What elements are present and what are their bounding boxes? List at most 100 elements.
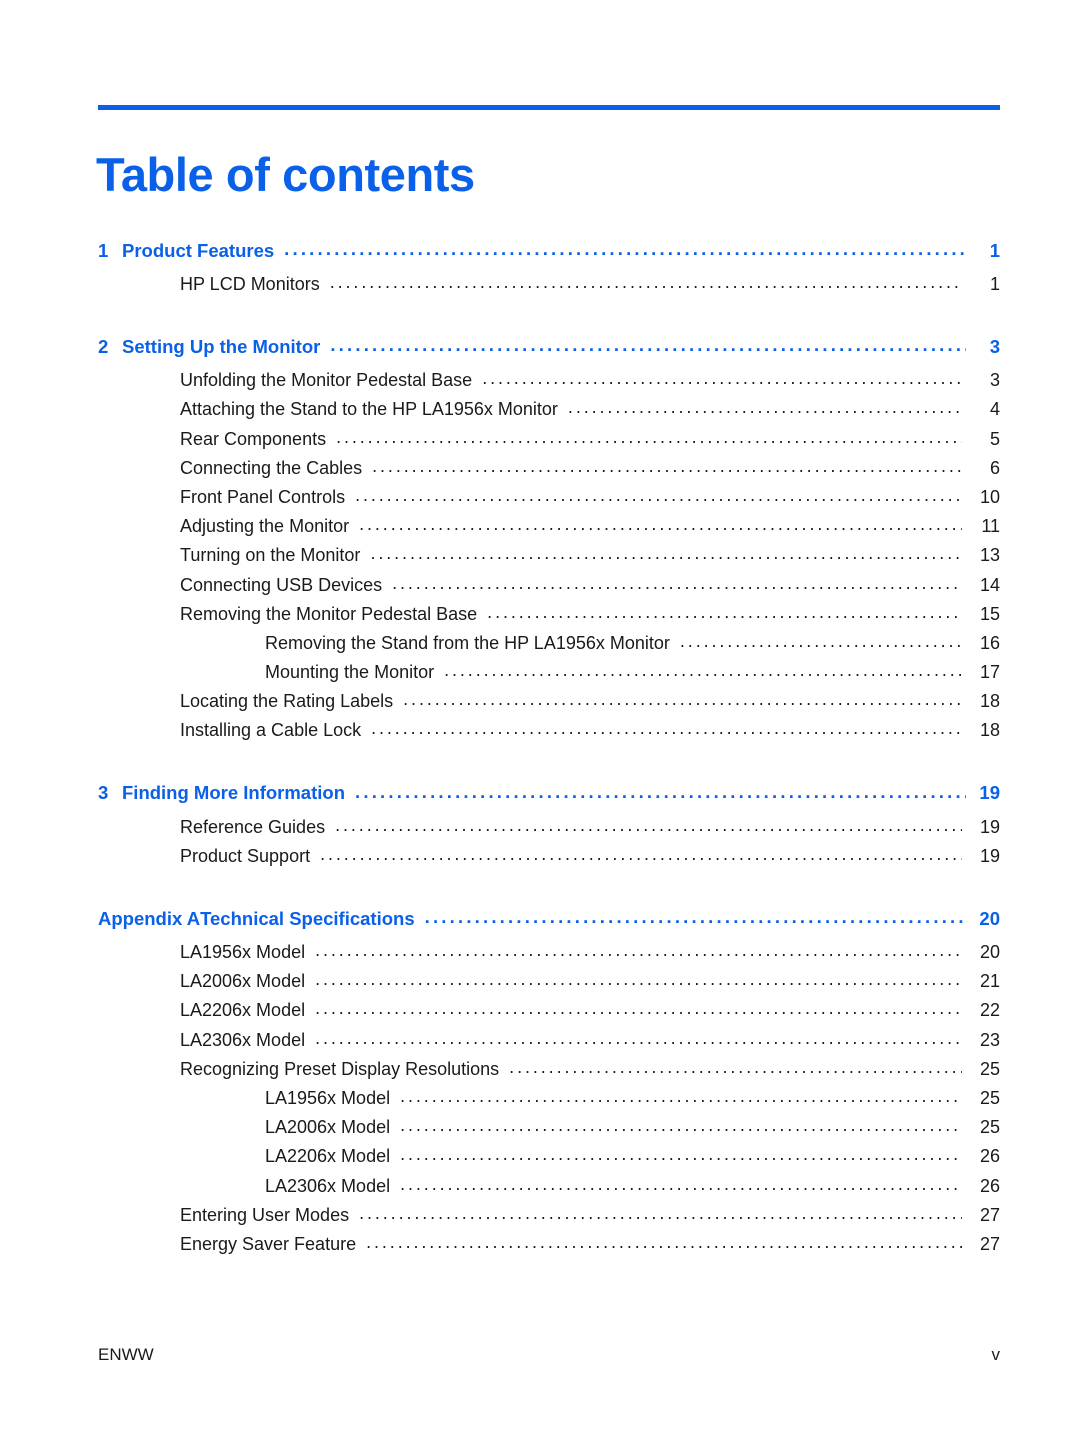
- toc-entry-label: LA2206x Model: [265, 1146, 391, 1167]
- toc-page-number: 19: [979, 816, 1000, 837]
- toc-dot-leader: [487, 602, 962, 620]
- toc-section-entry[interactable]: Adjusting the Monitor 11: [98, 514, 1000, 543]
- toc-chapter-number: 1: [98, 239, 109, 261]
- toc-entry-label: Front Panel Controls: [180, 486, 346, 507]
- toc-section-entry[interactable]: Energy Saver Feature 27: [98, 1232, 1000, 1261]
- toc-dot-leader: [403, 689, 962, 707]
- toc-page-number: 18: [979, 720, 1000, 741]
- toc-chapter-entry[interactable]: Appendix ATechnical Specifications 20: [98, 906, 1000, 940]
- toc-dot-leader: [359, 1203, 962, 1221]
- toc-chapter-entry[interactable]: 2 Setting Up the Monitor 3: [98, 334, 1000, 368]
- toc-section-entry[interactable]: LA2206x Model 22: [98, 998, 1000, 1027]
- toc-section-entry[interactable]: Connecting the Cables 6: [98, 456, 1000, 485]
- toc-section-entry[interactable]: Reference Guides 19: [98, 815, 1000, 844]
- toc-page-number: 5: [989, 428, 1000, 449]
- toc-entry-label: LA1956x Model: [180, 942, 306, 962]
- toc-dot-leader: [366, 1232, 962, 1250]
- toc-dot-leader: [568, 397, 962, 415]
- toc-section-entry[interactable]: Installing a Cable Lock 18: [98, 718, 1000, 747]
- toc-subsection-entry[interactable]: Mounting the Monitor 17: [98, 660, 1000, 689]
- toc-chapter-entry[interactable]: 3 Finding More Information 19: [98, 781, 1000, 815]
- toc-section-entry[interactable]: LA1956x Model 20: [98, 940, 1000, 969]
- toc-page-number: 26: [979, 1175, 1000, 1196]
- toc-chapter-number: 2: [98, 335, 109, 357]
- toc-dot-leader: [400, 1144, 962, 1162]
- toc-entry-label: Attaching the Stand to the HP LA1956x Mo…: [180, 399, 558, 420]
- toc-entry-label: Technical Specifications: [200, 907, 415, 929]
- toc-dot-leader: [315, 998, 962, 1016]
- toc-dot-leader: [335, 815, 962, 833]
- toc-page-number: 17: [979, 662, 1000, 683]
- page-footer: ENWW v: [98, 1345, 1000, 1365]
- toc-section-entry[interactable]: Recognizing Preset Display Resolutions 25: [98, 1057, 1000, 1086]
- toc-dot-leader: [315, 1028, 962, 1046]
- toc-section-entry[interactable]: Product Support 19: [98, 844, 1000, 873]
- toc-entry-label: Connecting USB Devices: [180, 574, 383, 595]
- toc-subsection-entry[interactable]: LA1956x Model 25: [98, 1086, 1000, 1115]
- toc-section-entry[interactable]: Entering User Modes 27: [98, 1203, 1000, 1232]
- toc-page-number: 27: [979, 1233, 1000, 1254]
- toc-dot-leader: [444, 660, 962, 678]
- toc-entry-label: Removing the Stand from the HP LA1956x M…: [265, 632, 670, 653]
- toc-section-entry[interactable]: Unfolding the Monitor Pedestal Base 3: [98, 368, 1000, 397]
- toc-page-number: 13: [979, 545, 1000, 566]
- title-rule-divider: [98, 105, 1000, 110]
- toc-page-number: 27: [979, 1204, 1000, 1225]
- toc-page-number: 1: [989, 274, 1000, 294]
- page-title: Table of contents: [96, 148, 475, 202]
- toc-entry-label: LA2306x Model: [265, 1175, 391, 1196]
- footer-page-number: v: [991, 1345, 1001, 1364]
- toc-page-number: 23: [979, 1029, 1000, 1050]
- toc-dot-leader: [315, 940, 962, 958]
- toc-chapter-entry[interactable]: 1 Product Features 1: [98, 238, 1000, 272]
- toc-dot-leader: [482, 368, 962, 386]
- toc-entry-label: LA2006x Model: [180, 971, 306, 992]
- toc-section-entry[interactable]: LA2306x Model 23: [98, 1028, 1000, 1057]
- table-of-contents-list: 1 Product Features 1 HP LCD Monitors 1 2 Setti…: [98, 238, 1000, 1261]
- toc-section-entry[interactable]: Removing the Monitor Pedestal Base 15: [98, 602, 1000, 631]
- toc-entry-label: LA2306x Model: [180, 1029, 306, 1050]
- toc-section-entry[interactable]: Connecting USB Devices 14: [98, 573, 1000, 602]
- toc-section-entry[interactable]: LA2006x Model 21: [98, 969, 1000, 998]
- toc-section-entry[interactable]: Attaching the Stand to the HP LA1956x Mo…: [98, 397, 1000, 426]
- toc-page-number: 21: [979, 971, 1000, 992]
- toc-page-number: 6: [989, 457, 1000, 478]
- toc-page-number: 18: [979, 691, 1000, 712]
- toc-entry-label: Installing a Cable Lock: [180, 720, 362, 741]
- toc-page-number: 11: [981, 516, 1000, 537]
- toc-entry-label: Adjusting the Monitor: [180, 516, 350, 537]
- toc-section-entry[interactable]: Rear Components 5: [98, 427, 1000, 456]
- toc-dot-leader: [509, 1057, 962, 1075]
- toc-chapter-number: Appendix A: [98, 907, 201, 929]
- toc-page-number: 1: [989, 239, 1000, 261]
- toc-entry-label: Finding More Information: [122, 782, 346, 804]
- toc-entry-label: LA1956x Model: [265, 1087, 391, 1108]
- toc-entry-label: LA2206x Model: [180, 1000, 306, 1021]
- toc-entry-label: Recognizing Preset Display Resolutions: [180, 1058, 500, 1079]
- toc-dot-leader: [400, 1086, 962, 1104]
- toc-dot-leader: [336, 427, 962, 445]
- toc-section-entry[interactable]: Front Panel Controls 10: [98, 485, 1000, 514]
- toc-dot-leader: [355, 485, 962, 503]
- toc-section-entry[interactable]: Turning on the Monitor 13: [98, 543, 1000, 572]
- toc-page-number: 10: [979, 486, 1000, 507]
- toc-dot-leader: [400, 1174, 962, 1192]
- toc-entry-label: Reference Guides: [180, 816, 326, 837]
- toc-entry-label: Product Support: [180, 845, 311, 866]
- toc-entry-label: Setting Up the Monitor: [122, 335, 321, 357]
- toc-subsection-entry[interactable]: LA2006x Model 25: [98, 1115, 1000, 1144]
- toc-subsection-entry[interactable]: LA2306x Model 26: [98, 1174, 1000, 1203]
- toc-dot-leader: [359, 514, 962, 532]
- toc-section-entry[interactable]: HP LCD Monitors 1: [98, 272, 1000, 301]
- toc-entry-label: HP LCD Monitors: [180, 274, 320, 294]
- footer-locale-label: ENWW: [98, 1345, 154, 1364]
- toc-entry-label: Energy Saver Feature: [180, 1233, 357, 1254]
- toc-page-number: 22: [979, 1000, 1000, 1021]
- toc-subsection-entry[interactable]: LA2206x Model 26: [98, 1144, 1000, 1173]
- toc-entry-label: Product Features: [122, 239, 275, 261]
- toc-section-entry[interactable]: Locating the Rating Labels 18: [98, 689, 1000, 718]
- toc-page-number: 16: [979, 632, 1000, 653]
- toc-subsection-entry[interactable]: Removing the Stand from the HP LA1956x M…: [98, 631, 1000, 660]
- toc-page-number: 25: [979, 1058, 1000, 1079]
- toc-entry-label: Unfolding the Monitor Pedestal Base: [180, 370, 473, 391]
